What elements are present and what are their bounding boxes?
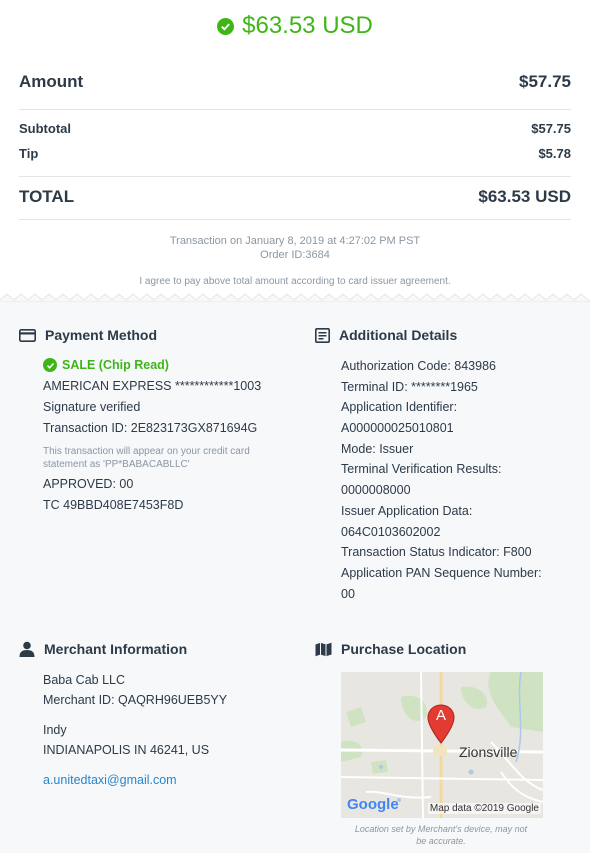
subtotal-row: Subtotal $57.75 — [19, 121, 571, 136]
additional-details-label: Additional Details — [339, 327, 458, 343]
transaction-datetime: Transaction on January 8, 2019 at 4:27:0… — [169, 235, 421, 247]
detail-line: A000000025010801 — [341, 421, 454, 435]
transaction-info: Transaction on January 8, 2019 at 4:27:0… — [0, 234, 590, 262]
detail-line: 00 — [341, 587, 355, 601]
detail-line: 064C0103602002 — [341, 525, 441, 539]
agreement-text: I agree to pay above total amount accord… — [139, 276, 451, 287]
subtotal-value: $57.75 — [531, 121, 571, 136]
payment-method-label: Payment Method — [45, 327, 158, 343]
location-note-line: be accurate. — [416, 836, 466, 846]
location-note-line: Location set by Merchant's device, may n… — [354, 824, 528, 834]
amount-value: $57.75 — [519, 72, 571, 91]
merchant-address: INDIANAPOLIS IN 46241, US — [43, 743, 210, 757]
card-info: AMERICAN EXPRESS ************1003 — [43, 379, 262, 393]
amount-label: Amount — [19, 72, 84, 91]
merchant-email-link[interactable]: a.unitedtaxi@gmail.com — [43, 773, 177, 787]
amount-row: Amount $57.75 — [19, 72, 571, 92]
check-circle-icon — [217, 17, 235, 35]
approval-code: APPROVED: 00 — [43, 477, 134, 491]
transaction-id: Transaction ID: 2E823173GX871694G — [43, 421, 258, 435]
divider — [19, 176, 571, 177]
detail-line: Mode: Issuer — [341, 442, 414, 456]
merchant-info-title: Merchant Information — [19, 641, 187, 657]
detail-line: Application PAN Sequence Number: — [341, 566, 542, 580]
header-total: $63.53 USD — [0, 12, 590, 40]
order-id: Order ID:3684 — [260, 249, 330, 261]
location-map[interactable]: A Zionsville Google Map data ©2019 Googl… — [341, 672, 543, 818]
payment-method-title: Payment Method — [19, 327, 157, 343]
merchant-info-label: Merchant Information — [44, 641, 188, 657]
total-row: TOTAL $63.53 USD — [19, 187, 571, 207]
person-icon — [19, 641, 35, 657]
purchase-location-label: Purchase Location — [341, 641, 467, 657]
total-value: $63.53 USD — [478, 187, 571, 206]
statement-note: This transaction will appear on your cre… — [43, 445, 250, 471]
location-note: Location set by Merchant's device, may n… — [320, 823, 562, 847]
zigzag-divider — [0, 293, 590, 302]
map-town-label: Zionsville — [459, 744, 518, 760]
merchant-id: Merchant ID: QAQRH96UEB5YY — [43, 693, 228, 707]
divider — [19, 219, 571, 220]
merchant-city: Indy — [43, 723, 67, 737]
additional-details-title: Additional Details — [315, 327, 457, 343]
detail-line: 0000008000 — [341, 483, 411, 497]
subtotal-label: Subtotal — [19, 121, 71, 136]
map-icon — [315, 642, 332, 656]
sale-status: SALE (Chip Read) — [43, 358, 169, 372]
google-logo: Google — [347, 796, 399, 813]
credit-card-icon — [19, 328, 36, 342]
statement-note-line: This transaction will appear on your cre… — [43, 446, 250, 457]
tip-label: Tip — [19, 146, 39, 161]
tc-code: TC 49BBD408E7453F8D — [43, 498, 184, 512]
total-label: TOTAL — [19, 187, 75, 206]
detail-line: Terminal Verification Results: — [341, 462, 502, 476]
document-icon — [315, 327, 330, 343]
detail-line: Terminal ID: ********1965 — [341, 380, 478, 394]
detail-line: Authorization Code: 843986 — [341, 359, 496, 373]
header-total-value: $63.53 USD — [242, 12, 373, 39]
divider — [19, 109, 571, 110]
detail-line: Application Identifier: — [341, 400, 458, 414]
tip-value: $5.78 — [538, 146, 571, 161]
check-circle-icon — [43, 358, 57, 372]
statement-note-line: statement as 'PP*BABACABLLC' — [43, 459, 190, 470]
sale-status-label: SALE (Chip Read) — [62, 358, 169, 372]
map-pin-letter: A — [435, 707, 446, 724]
purchase-location-title: Purchase Location — [315, 641, 466, 657]
map-credit: Map data ©2019 Google — [427, 803, 541, 814]
signature-status: Signature verified — [43, 400, 141, 414]
detail-line: Issuer Application Data: — [341, 504, 473, 518]
detail-line: Transaction Status Indicator: F800 — [341, 545, 532, 559]
merchant-name: Baba Cab LLC — [43, 673, 126, 687]
tip-row: Tip $5.78 — [19, 146, 571, 161]
